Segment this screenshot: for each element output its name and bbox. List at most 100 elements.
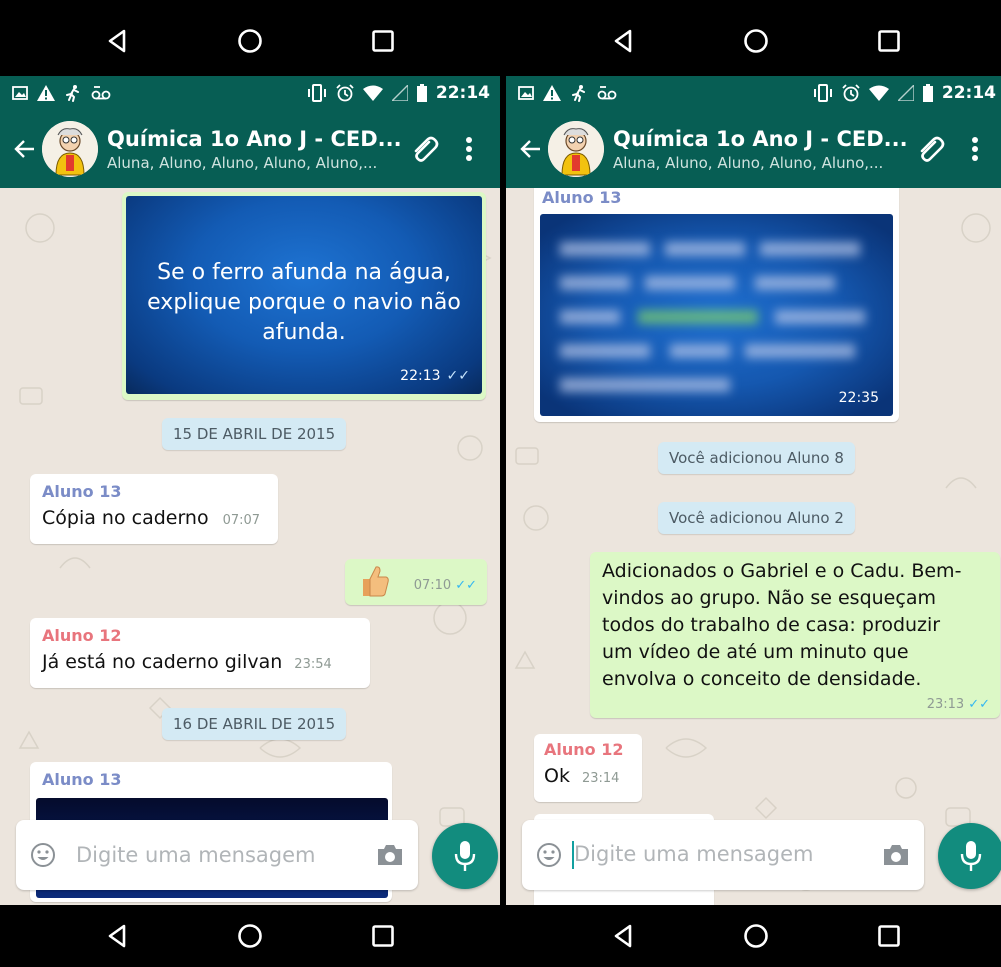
nav-back-icon[interactable] [593,911,653,961]
back-arrow-icon[interactable] [8,110,42,188]
warning-icon [543,85,561,101]
image-icon [518,86,534,100]
nav-recents-icon[interactable] [353,911,413,961]
emoji-icon[interactable] [536,842,562,868]
battery-icon [922,84,933,102]
image-caption-text: Se o ferro afunda na água, explique porq… [147,260,461,345]
phone-left: 22:14 Química 1o Ano J - CED... Aluna, A… [0,0,500,967]
paperclip-icon[interactable] [909,128,951,170]
group-title[interactable]: Química 1o Ano J - CED... [107,127,403,151]
image-message[interactable]: Aluno 13 22:35 [534,188,899,422]
message-sender: Aluno 12 [544,740,624,759]
emoji-icon[interactable] [30,842,56,868]
chat-area[interactable]: Se o ferro afunda na água, explique porq… [0,188,500,905]
message-composer[interactable]: Digite uma mensagem [16,820,418,890]
message-sender: Aluno 13 [542,188,622,207]
bottom-navigation-bar [506,905,1001,967]
nav-back-icon[interactable] [593,16,653,66]
date-divider: 16 DE ABRIL DE 2015 [162,708,347,740]
bottom-navigation-bar [0,905,500,967]
message-composer[interactable]: Digite uma mensagem [522,820,924,890]
chat-area[interactable]: Aluno 13 22:35 Você adicionou Aluno 8 Vo… [506,188,1001,905]
wifi-icon [868,85,889,101]
status-bar: 22:14 [506,76,1001,110]
message-outgoing[interactable]: 07:10 ✓✓ [345,559,487,605]
message-incoming[interactable]: Aluno 13 Cópia no caderno 07:07 [30,474,278,544]
vibrate-icon [307,84,326,102]
message-meta: 07:10 ✓✓ [413,578,477,593]
date-divider: 15 DE ABRIL DE 2015 [162,418,347,450]
message-text: Já está no caderno gilvan [42,651,283,673]
voicemail-icon [91,86,111,100]
mic-icon [454,841,476,871]
image-time: 22:13 ✓✓ [400,368,470,384]
voicemail-icon [597,86,617,100]
message-incoming[interactable]: Aluno 12 Já está no caderno gilvan 23:54 [30,618,370,688]
phone-right: 22:14 Química 1o Ano J - CED... Aluna, A… [506,0,1001,967]
more-vert-icon[interactable] [961,128,989,170]
group-avatar-icon[interactable] [42,121,98,177]
battery-icon [416,84,427,102]
more-vert-icon[interactable] [455,128,483,170]
nav-home-icon[interactable] [220,911,280,961]
mic-button[interactable] [432,823,498,889]
alarm-icon [336,84,354,102]
nav-recents-icon[interactable] [353,16,413,66]
image-time: 22:35 [838,390,879,406]
mic-icon [960,841,982,871]
nav-recents-icon[interactable] [859,911,919,961]
system-message: Você adicionou Aluno 8 [658,442,855,474]
top-navigation-bar [506,10,1001,72]
image-message[interactable]: Se o ferro afunda na água, explique porq… [122,192,486,400]
warning-icon [37,85,55,101]
message-time: 07:07 [222,513,261,528]
message-sender: Aluno 12 [42,626,122,645]
chat-header: Química 1o Ano J - CED... Aluna, Aluno, … [0,110,500,188]
message-input[interactable]: Digite uma mensagem [76,843,376,867]
signal-icon [391,85,408,101]
mic-button[interactable] [938,823,1001,889]
image-thumbnail[interactable]: Se o ferro afunda na água, explique porq… [126,196,482,394]
camera-icon[interactable] [882,843,910,867]
blurred-text [560,242,865,392]
message-meta: 23:13 ✓✓ [926,697,990,712]
wifi-icon [362,85,383,101]
runner-icon [66,85,79,102]
back-arrow-icon[interactable] [514,110,548,188]
nav-home-icon[interactable] [220,16,280,66]
top-navigation-bar [0,10,500,72]
message-text: Ok [544,765,570,787]
message-outgoing[interactable]: Adicionados o Gabriel e o Cadu. Bem- vin… [590,552,1000,718]
system-message: Você adicionou Aluno 2 [658,502,855,534]
status-time: 22:14 [941,83,996,103]
nav-back-icon[interactable] [87,911,147,961]
nav-home-icon[interactable] [726,911,786,961]
paperclip-icon[interactable] [403,128,445,170]
message-sender: Aluno 13 [42,482,122,501]
nav-recents-icon[interactable] [859,16,919,66]
group-title[interactable]: Química 1o Ano J - CED... [613,127,909,151]
message-time: 23:14 [581,771,620,786]
nav-home-icon[interactable] [726,16,786,66]
alarm-icon [842,84,860,102]
signal-icon [897,85,914,101]
chat-header: Química 1o Ano J - CED... Aluna, Aluno, … [506,110,1001,188]
message-text: Adicionados o Gabriel e o Cadu. Bem- vin… [602,560,962,690]
runner-icon [572,85,585,102]
image-thumbnail[interactable]: 22:35 [540,214,893,416]
nav-back-icon[interactable] [87,16,147,66]
message-sender: Aluno 13 [42,770,122,789]
message-input[interactable]: Digite uma mensagem [572,841,882,869]
group-avatar-icon[interactable] [548,121,604,177]
vibrate-icon [813,84,832,102]
camera-icon[interactable] [376,843,404,867]
thumbs-up-icon [363,566,389,597]
message-time: 23:54 [294,657,332,672]
group-participants: Aluna, Aluno, Aluno, Aluno, Aluno,... [107,153,378,172]
group-participants: Aluna, Aluno, Aluno, Aluno, Aluno,... [613,153,884,172]
status-time: 22:14 [435,83,490,103]
image-icon [12,86,28,100]
message-incoming[interactable]: Aluno 12 Ok 23:14 [534,734,642,802]
message-text: Cópia no caderno [42,507,209,529]
status-bar: 22:14 [0,76,500,110]
